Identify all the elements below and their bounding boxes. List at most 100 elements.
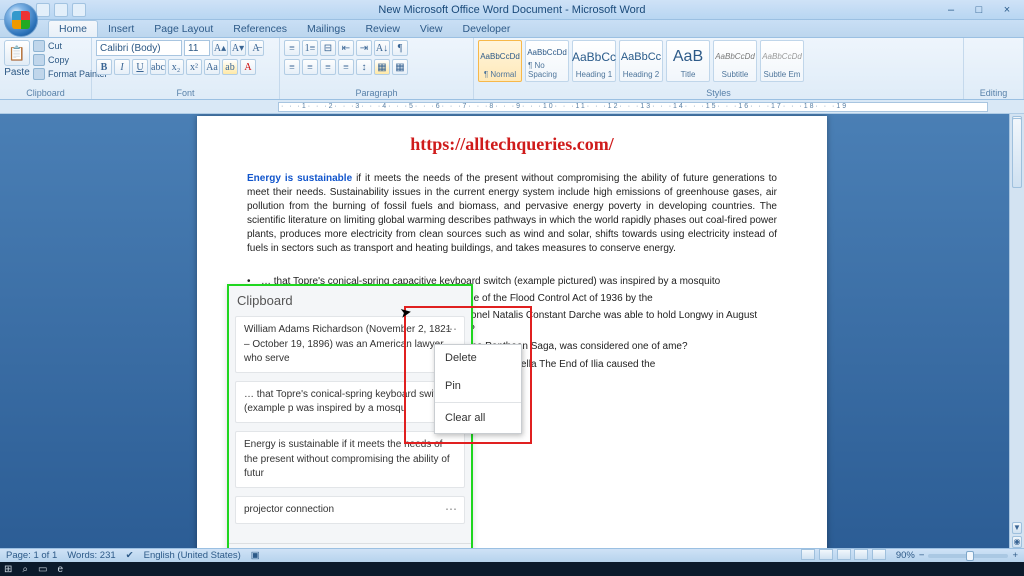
- view-draft[interactable]: [872, 549, 886, 560]
- tab-mailings[interactable]: Mailings: [297, 21, 356, 37]
- zoom-out-button[interactable]: −: [919, 550, 925, 561]
- close-button[interactable]: ×: [994, 4, 1020, 16]
- maximize-button[interactable]: □: [966, 4, 992, 16]
- view-full-screen[interactable]: [819, 549, 833, 560]
- font-family-selector[interactable]: Calibri (Body): [96, 40, 182, 56]
- zoom-control: 90% − +: [896, 550, 1018, 561]
- horizontal-ruler[interactable]: · · ·1· · ·2· · ·3· · ·4· · ·5· · ·6· · …: [278, 102, 988, 112]
- tab-view[interactable]: View: [410, 21, 453, 37]
- zoom-level[interactable]: 90%: [896, 550, 915, 561]
- grow-font-icon[interactable]: A▴: [212, 40, 228, 56]
- view-print-layout[interactable]: [801, 549, 815, 560]
- zoom-slider-thumb[interactable]: [966, 551, 974, 561]
- edge-icon[interactable]: e: [57, 564, 63, 575]
- style-subtle-em[interactable]: AaBbCcDdSubtle Em: [760, 40, 804, 82]
- superscript-button[interactable]: x²: [186, 59, 202, 75]
- zoom-slider[interactable]: [928, 554, 1008, 558]
- numbering-icon[interactable]: 1≡: [302, 40, 318, 56]
- start-button-icon[interactable]: ⊞: [4, 564, 12, 575]
- view-web-layout[interactable]: [837, 549, 851, 560]
- align-left-icon[interactable]: ≡: [284, 59, 300, 75]
- tab-references[interactable]: References: [223, 21, 297, 37]
- status-words[interactable]: Words: 231: [67, 550, 115, 561]
- scissors-icon: [33, 40, 45, 52]
- vertical-scrollbar[interactable]: ▲ ▼ ◉ ▾: [1009, 114, 1024, 562]
- strike-button[interactable]: abc: [150, 59, 166, 75]
- font-size-selector[interactable]: 11: [184, 40, 210, 56]
- justify-icon[interactable]: ≡: [338, 59, 354, 75]
- clipboard-item[interactable]: Energy is sustainable if it meets the ne…: [235, 431, 465, 488]
- ctx-clear-all[interactable]: Clear all: [435, 405, 521, 433]
- align-center-icon[interactable]: ≡: [302, 59, 318, 75]
- italic-button[interactable]: I: [114, 59, 130, 75]
- ruler-area: · · ·1· · ·2· · ·3· · ·4· · ·5· · ·6· · …: [0, 100, 1024, 114]
- style-title[interactable]: AaBTitle: [666, 40, 710, 82]
- clipboard-item[interactable]: … that Topre's conical-spring keyboard s…: [235, 381, 465, 423]
- tab-insert[interactable]: Insert: [98, 21, 144, 37]
- bold-button[interactable]: B: [96, 59, 112, 75]
- qat-redo-icon[interactable]: [72, 3, 86, 17]
- shrink-font-icon[interactable]: A▾: [230, 40, 246, 56]
- item-menu-icon[interactable]: ⋯: [445, 501, 458, 518]
- highlight-color-button[interactable]: ab: [222, 59, 238, 75]
- paste-icon[interactable]: 📋: [4, 40, 30, 66]
- search-icon[interactable]: ⌕: [22, 564, 28, 575]
- style-subtitle[interactable]: AaBbCcDdSubtitle: [713, 40, 757, 82]
- clipboard-item[interactable]: William Adams Richardson (November 2, 18…: [235, 316, 465, 373]
- qat-save-icon[interactable]: [36, 3, 50, 17]
- list-item: nt colonel Natalis Constant Darche was a…: [447, 309, 777, 337]
- style-heading2[interactable]: AaBbCcHeading 2: [619, 40, 663, 82]
- item-menu-icon[interactable]: ⋯: [445, 321, 458, 338]
- show-marks-icon[interactable]: ¶: [392, 40, 408, 56]
- sort-icon[interactable]: A↓: [374, 40, 390, 56]
- zoom-in-button[interactable]: +: [1012, 550, 1018, 561]
- view-buttons: [800, 549, 886, 563]
- clear-formatting-icon[interactable]: A̶: [248, 40, 264, 56]
- brush-icon: [33, 68, 45, 80]
- tab-home[interactable]: Home: [48, 20, 98, 37]
- group-label-editing: Editing: [968, 88, 1019, 99]
- scroll-thumb[interactable]: [1012, 118, 1022, 188]
- underline-button[interactable]: U: [132, 59, 148, 75]
- style-normal[interactable]: AaBbCcDd¶ Normal: [478, 40, 522, 82]
- qat-undo-icon[interactable]: [54, 3, 68, 17]
- line-spacing-icon[interactable]: ↕: [356, 59, 372, 75]
- font-color-button[interactable]: A: [240, 59, 256, 75]
- task-view-icon[interactable]: ▭: [38, 564, 47, 575]
- borders-icon[interactable]: ▦: [392, 59, 408, 75]
- group-editing: Editing: [964, 38, 1024, 99]
- style-nospacing[interactable]: AaBbCcDd¶ No Spacing: [525, 40, 569, 82]
- tab-review[interactable]: Review: [355, 21, 409, 37]
- document-page[interactable]: https://alltechqueries.com/ Energy is su…: [197, 116, 827, 562]
- status-language[interactable]: English (United States): [144, 550, 241, 561]
- scroll-down-icon[interactable]: ▼: [1012, 522, 1022, 534]
- status-macro-icon[interactable]: ▣: [251, 550, 260, 561]
- style-heading1[interactable]: AaBbCcHeading 1: [572, 40, 616, 82]
- indent-inc-icon[interactable]: ⇥: [356, 40, 372, 56]
- office-button[interactable]: [4, 3, 38, 37]
- tab-developer[interactable]: Developer: [452, 21, 520, 37]
- group-label-clipboard: Clipboard: [4, 88, 87, 99]
- status-page[interactable]: Page: 1 of 1: [6, 550, 57, 561]
- paste-label[interactable]: Paste: [4, 67, 30, 78]
- view-outline[interactable]: [854, 549, 868, 560]
- minimize-button[interactable]: –: [938, 4, 964, 16]
- group-label-font: Font: [96, 88, 275, 99]
- subscript-button[interactable]: x₂: [168, 59, 184, 75]
- tab-page-layout[interactable]: Page Layout: [144, 21, 223, 37]
- shading-icon[interactable]: ▦: [374, 59, 390, 75]
- body-paragraph-1: Energy is sustainable if it meets the ne…: [247, 172, 777, 257]
- status-proofing-icon[interactable]: ✔: [126, 550, 134, 561]
- office-logo-icon: [12, 11, 30, 29]
- ctx-delete[interactable]: Delete: [435, 345, 521, 373]
- copy-icon: [33, 54, 45, 66]
- prev-page-icon[interactable]: ◉: [1012, 536, 1022, 548]
- align-right-icon[interactable]: ≡: [320, 59, 336, 75]
- clipboard-item[interactable]: projector connection⋯: [235, 496, 465, 524]
- title-bar: New Microsoft Office Word Document - Mic…: [0, 0, 1024, 20]
- ctx-pin[interactable]: Pin: [435, 373, 521, 401]
- bullets-icon[interactable]: ≡: [284, 40, 300, 56]
- indent-dec-icon[interactable]: ⇤: [338, 40, 354, 56]
- multilevel-icon[interactable]: ⊟: [320, 40, 336, 56]
- change-case-button[interactable]: Aa: [204, 59, 220, 75]
